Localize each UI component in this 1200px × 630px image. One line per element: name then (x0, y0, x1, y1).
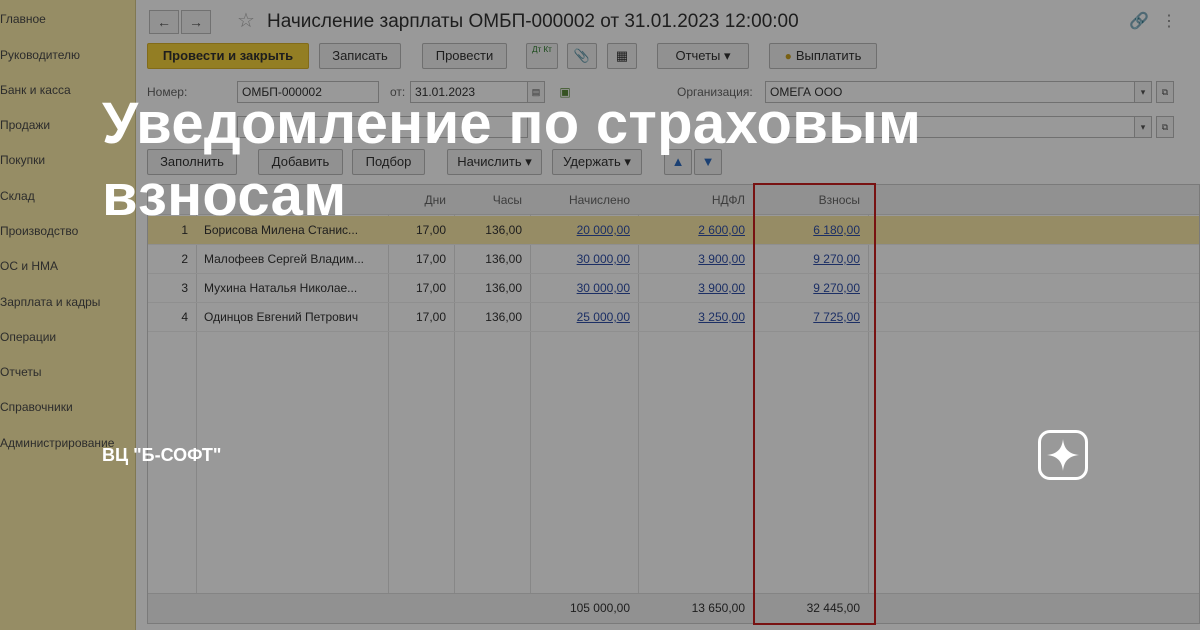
zen-logo-icon[interactable] (1038, 430, 1088, 480)
sparkle-icon (1047, 439, 1079, 471)
article-headline: Уведомление по страховым взносам (102, 91, 922, 228)
channel-name[interactable]: ВЦ "Б-СОФТ" (102, 444, 221, 466)
